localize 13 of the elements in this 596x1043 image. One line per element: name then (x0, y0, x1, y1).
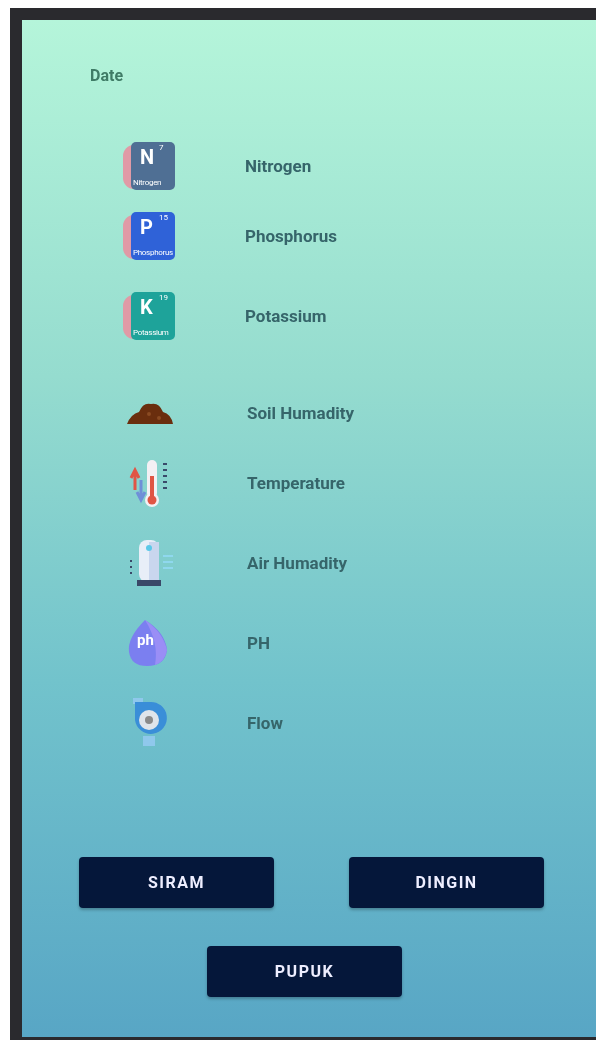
action-button[interactable]: PUPUK (207, 946, 402, 997)
action-button[interactable]: DINGIN (349, 857, 544, 908)
sensor-label: Soil Humadity (247, 403, 354, 423)
sensor-label: PH (247, 633, 270, 653)
sensor-label: Nitrogen (245, 156, 312, 176)
action-button[interactable]: SIRAM (79, 857, 274, 908)
date-label: Date (90, 66, 123, 85)
sensor-label: Temperature (247, 473, 345, 493)
sensor-label: Phosphorus (245, 226, 337, 246)
sensor-label: Flow (247, 713, 283, 733)
soil-mound-icon (127, 402, 173, 424)
sensor-label: Potassium (245, 306, 327, 326)
sensor-label: Air Humadity (247, 553, 348, 573)
